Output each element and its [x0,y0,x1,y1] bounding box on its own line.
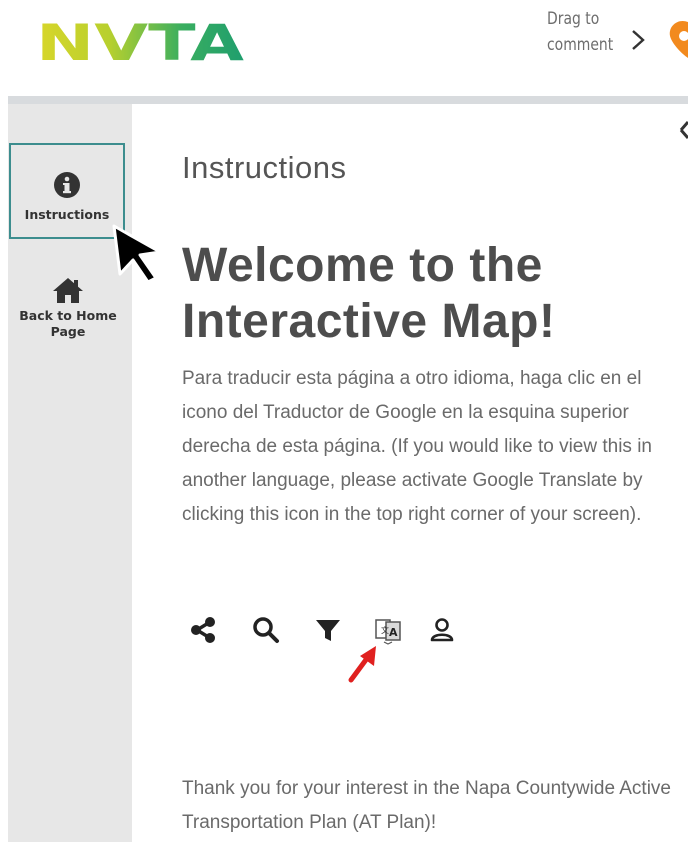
headline-line1: Welcome to the [182,239,543,292]
header-separator [8,96,688,104]
header: NVTA Drag to comment [0,0,688,96]
sidebar: Instructions Back to Home Page [8,104,132,842]
search-icon [253,617,279,643]
headline-line2: Interactive Map! [182,295,556,348]
nvta-logo[interactable]: NVTA [36,18,246,64]
mouse-pointer-icon [112,224,162,284]
info-icon [54,172,80,198]
translate-instructions-paragraph: Para traducir esta página a otro idioma,… [182,368,652,525]
svg-text:A: A [389,626,398,639]
drag-to-comment-label[interactable]: Drag to comment [547,6,613,58]
share-icon [191,617,215,643]
sidebar-item-label: Instructions [24,207,110,222]
chevron-right-icon[interactable] [627,26,649,54]
page-headline: Welcome to the Interactive Map! [182,238,682,350]
close-icon[interactable] [679,116,688,144]
red-arrow-pointer-icon [348,646,376,683]
sidebar-item-label: Back to Home [19,308,117,323]
user-icon [430,618,454,642]
svg-text:NVTA: NVTA [36,18,244,64]
translate-icon: 文 A [375,619,401,645]
drag-label-line2: comment [547,35,614,55]
filter-icon [316,620,340,641]
sidebar-item-instructions[interactable]: Instructions [9,143,125,239]
sidebar-item-back-to-home[interactable]: Back to Home Page [8,276,128,340]
home-icon [53,278,83,303]
svg-text:文: 文 [381,625,389,635]
sidebar-item-label: Page [50,324,86,339]
thank-you-text: Thank you for your interest in the Napa … [182,778,671,833]
drag-label-line1: Drag to [547,9,600,29]
section-title: Instructions [182,150,347,185]
comment-pin-icon[interactable] [664,14,688,58]
